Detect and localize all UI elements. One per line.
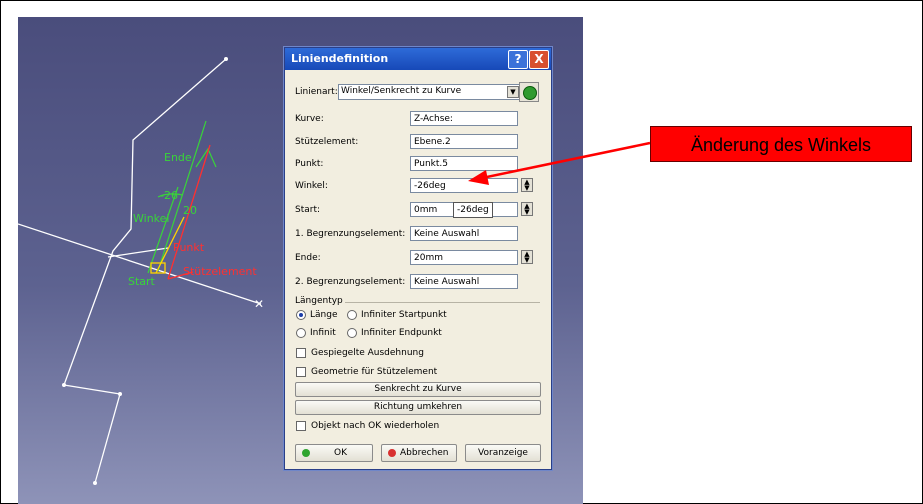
- checkbox-gespiegelt-label: Gespiegelte Ausdehnung: [311, 348, 424, 358]
- stuetz-label: Stützelement:: [295, 137, 359, 147]
- label-start: Start: [128, 275, 156, 288]
- begr1-label: 1. Begrenzungselement:: [295, 229, 406, 239]
- stuetz-field[interactable]: Ebene.2: [410, 134, 518, 149]
- label-angle: -26: [160, 189, 178, 202]
- kurve-field[interactable]: Z-Achse:: [410, 111, 518, 126]
- start-spinner[interactable]: ▲ ▼: [521, 202, 533, 216]
- sketch-icon[interactable]: [519, 82, 539, 102]
- label-red-a: Punkt: [173, 241, 205, 254]
- radio-infinit[interactable]: [296, 328, 306, 338]
- radio-laenge-label: Länge: [310, 310, 338, 320]
- begr2-field[interactable]: Keine Auswahl: [410, 274, 518, 289]
- start-label: Start:: [295, 205, 321, 215]
- kurve-label: Kurve:: [295, 114, 324, 124]
- ende-field[interactable]: 20mm: [410, 250, 518, 265]
- help-button[interactable]: ?: [508, 50, 528, 69]
- punkt-field[interactable]: Punkt.5: [410, 156, 518, 171]
- linienart-value: Winkel/Senkrecht zu Kurve: [341, 86, 462, 96]
- richtung-button[interactable]: Richtung umkehren: [295, 400, 541, 415]
- label-angle2: 20: [183, 204, 197, 217]
- value-tooltip: -26deg: [453, 202, 493, 218]
- radio-inf-start[interactable]: [347, 310, 357, 320]
- ok-icon: [302, 449, 310, 457]
- linienart-select[interactable]: Winkel/Senkrecht zu Kurve ▼: [338, 84, 521, 100]
- chevron-down-icon[interactable]: ▼: [507, 86, 519, 98]
- linienart-label: Linienart:: [295, 87, 338, 97]
- radio-inf-end[interactable]: [347, 328, 357, 338]
- ende-label: Ende:: [295, 253, 321, 263]
- dialog-titlebar[interactable]: Liniendefinition ? X: [285, 48, 551, 70]
- cancel-icon: [388, 449, 396, 457]
- checkbox-geometrie-label: Geometrie für Stützelement: [311, 367, 438, 377]
- ende-spinner[interactable]: ▲ ▼: [521, 250, 533, 264]
- laengentyp-title: Längentyp: [295, 296, 343, 306]
- close-button[interactable]: X: [529, 50, 549, 69]
- abbrechen-button[interactable]: Abbrechen: [381, 444, 457, 462]
- checkbox-wiederholen-label: Objekt nach OK wiederholen: [311, 421, 440, 431]
- liniendefinition-dialog: Liniendefinition ? X Linienart: Winkel/S…: [284, 47, 552, 470]
- radio-inf-end-label: Infiniter Endpunkt: [361, 328, 442, 338]
- winkel-label: Winkel:: [295, 181, 328, 191]
- dialog-title: Liniendefinition: [291, 52, 389, 65]
- checkbox-geometrie[interactable]: [296, 367, 306, 377]
- checkbox-gespiegelt[interactable]: [296, 348, 306, 358]
- radio-infinit-label: Infinit: [310, 328, 336, 338]
- label-red-b: Stützelement: [183, 265, 257, 278]
- radio-inf-start-label: Infiniter Startpunkt: [361, 310, 447, 320]
- svg-text:✕: ✕: [254, 297, 264, 311]
- winkel-field[interactable]: -26deg: [410, 178, 518, 193]
- winkel-spinner[interactable]: ▲ ▼: [521, 178, 533, 192]
- abbrechen-label: Abbrechen: [400, 448, 449, 458]
- axis-line: [18, 223, 262, 305]
- voranzeige-button[interactable]: Voranzeige: [465, 444, 541, 462]
- annotation-callout: Änderung des Winkels: [650, 126, 912, 162]
- separator: [345, 302, 540, 303]
- senkrecht-button[interactable]: Senkrecht zu Kurve: [295, 382, 541, 397]
- begr1-field[interactable]: Keine Auswahl: [410, 226, 518, 241]
- ok-label: OK: [334, 448, 347, 458]
- begr2-label: 2. Begrenzungselement:: [295, 277, 406, 287]
- punkt-label: Punkt:: [295, 159, 324, 169]
- checkbox-wiederholen[interactable]: [296, 421, 306, 431]
- ok-button[interactable]: OK: [295, 444, 373, 462]
- label-winkel: Winkel: [133, 212, 169, 225]
- radio-laenge[interactable]: [296, 310, 306, 320]
- label-ende: Ende: [164, 151, 192, 164]
